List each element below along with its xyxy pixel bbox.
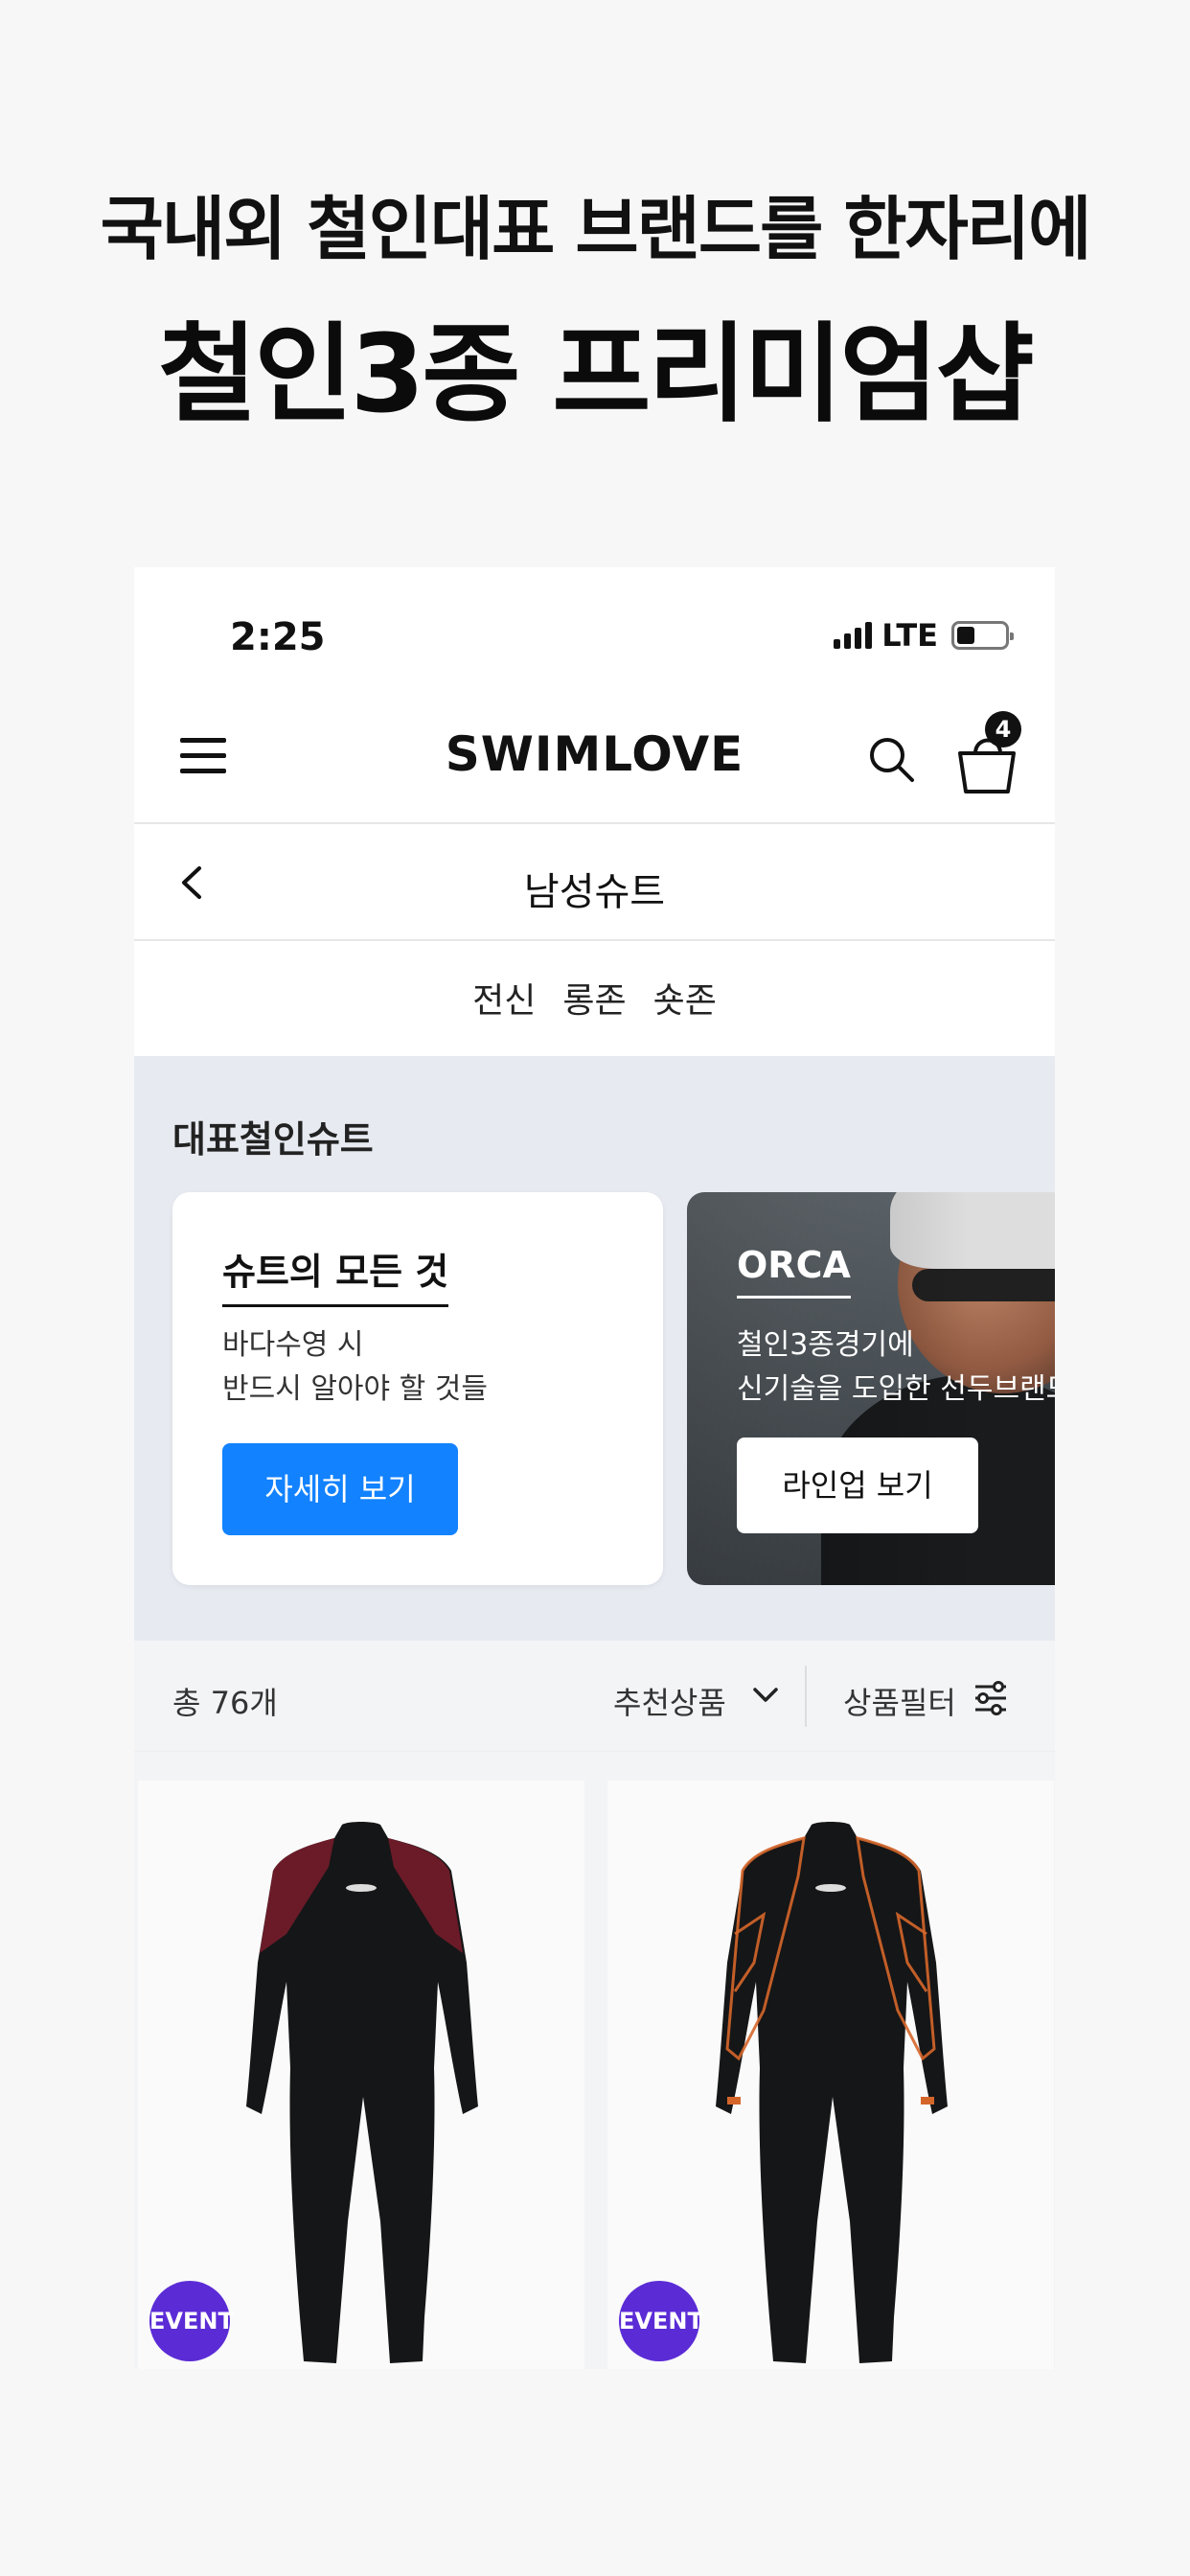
phone-screen: 2:25 LTE SWIMLOVE 4 남성슈트 전신 롱존 숏존 대표철인슈트… xyxy=(134,567,1055,2369)
tab-full-suit[interactable]: 전신 xyxy=(472,973,536,1023)
network-label: LTE xyxy=(881,617,938,654)
promo-title: 철인3종 프리미엄샵 xyxy=(158,312,1034,437)
guide-card[interactable]: 슈트의 모든 것 바다수영 시 반드시 알아야 할 것들 자세히 보기 xyxy=(172,1192,663,1585)
wetsuit-image xyxy=(246,1822,478,2363)
guide-card-desc-line1: 바다수영 시 xyxy=(222,1328,364,1362)
tab-short-john[interactable]: 숏존 xyxy=(653,973,717,1023)
status-time: 2:25 xyxy=(230,615,326,659)
event-badge: EVENT xyxy=(149,2281,234,2361)
brand-card-desc-line2: 신기술을 도입한 선두브랜드 xyxy=(737,1372,1055,1406)
wetsuit-image xyxy=(716,1822,948,2363)
filter-bar: 총 76개 추천상품 상품필터 xyxy=(134,1641,1055,1752)
cart-badge: 4 xyxy=(985,711,1021,748)
tab-long-john[interactable]: 롱존 xyxy=(562,973,626,1023)
filter-sliders-icon[interactable] xyxy=(972,1679,1010,1717)
brand-card-desc-line1: 철인3종경기에 xyxy=(737,1328,914,1362)
battery-icon xyxy=(951,621,1014,650)
promo-headline: 국내외 철인대표 브랜드를 한자리에 xyxy=(100,189,1092,269)
section-title: 대표철인슈트 xyxy=(172,1118,374,1161)
status-right: LTE xyxy=(834,617,1014,654)
status-bar: 2:25 LTE xyxy=(134,567,1055,673)
guide-card-desc-line2: 반드시 알아야 할 것들 xyxy=(222,1372,489,1406)
chevron-down-icon[interactable] xyxy=(749,1681,782,1710)
product-card[interactable]: EVENT xyxy=(138,1781,584,2369)
sort-dropdown[interactable]: 추천상품 xyxy=(613,1679,726,1723)
product-filter-button[interactable]: 상품필터 xyxy=(843,1679,956,1723)
page-title: 남성슈트 xyxy=(523,870,666,914)
category-tabs: 전신 롱존 숏존 xyxy=(134,941,1055,1054)
app-header: SWIMLOVE 4 xyxy=(134,673,1055,824)
guide-card-title: 슈트의 모든 것 xyxy=(222,1242,449,1307)
brand-card-orca[interactable]: ORCA 철인3종경기에 신기술을 도입한 선두브랜드 라인업 보기 xyxy=(687,1192,1055,1585)
sub-header: 남성슈트 xyxy=(134,824,1055,941)
view-details-button[interactable]: 자세히 보기 xyxy=(222,1443,458,1535)
view-lineup-button[interactable]: 라인업 보기 xyxy=(737,1438,978,1533)
event-badge: EVENT xyxy=(619,2281,703,2361)
brand-card-title: ORCA xyxy=(737,1244,851,1299)
signal-icon xyxy=(834,622,873,649)
representative-section: 대표철인슈트 슈트의 모든 것 바다수영 시 반드시 알아야 할 것들 자세히 … xyxy=(134,1056,1055,1641)
product-card[interactable]: EVENT xyxy=(607,1781,1054,2369)
divider xyxy=(805,1666,807,1727)
product-count: 총 76개 xyxy=(172,1685,278,1721)
product-grid: EVENT EVENT xyxy=(134,1752,1055,2369)
search-icon[interactable] xyxy=(864,732,918,786)
